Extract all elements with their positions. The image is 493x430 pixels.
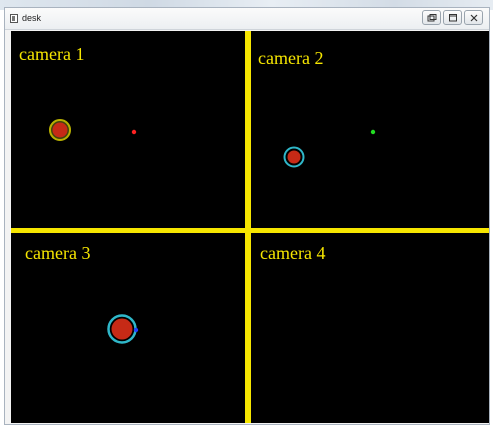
maximize-button[interactable] bbox=[443, 10, 462, 25]
horizontal-divider bbox=[11, 228, 489, 233]
window-title: desk bbox=[22, 13, 42, 23]
maximize-icon bbox=[449, 14, 457, 22]
camera-3-target-marker bbox=[133, 327, 139, 333]
camera-2-tracked-ball bbox=[283, 146, 305, 168]
window-app-icon bbox=[10, 14, 18, 23]
restore-icon bbox=[427, 14, 437, 22]
title-bar[interactable]: desk bbox=[5, 8, 489, 30]
vertical-divider bbox=[245, 31, 251, 423]
camera-3-tracked-ball bbox=[107, 314, 137, 344]
camera-1-target-marker bbox=[131, 129, 137, 135]
close-button[interactable] bbox=[464, 10, 483, 25]
window-controls bbox=[422, 10, 483, 25]
camera-2-target-marker bbox=[370, 129, 376, 135]
camera-grid-canvas: camera 1 camera 2 camera 3 camera 4 bbox=[11, 31, 489, 423]
camera-1-tracked-ball bbox=[49, 119, 71, 141]
close-icon bbox=[470, 14, 478, 22]
restore-button[interactable] bbox=[422, 10, 441, 25]
app-window: desk camera 1 camera 2 camera 3 camera 4 bbox=[4, 7, 490, 425]
